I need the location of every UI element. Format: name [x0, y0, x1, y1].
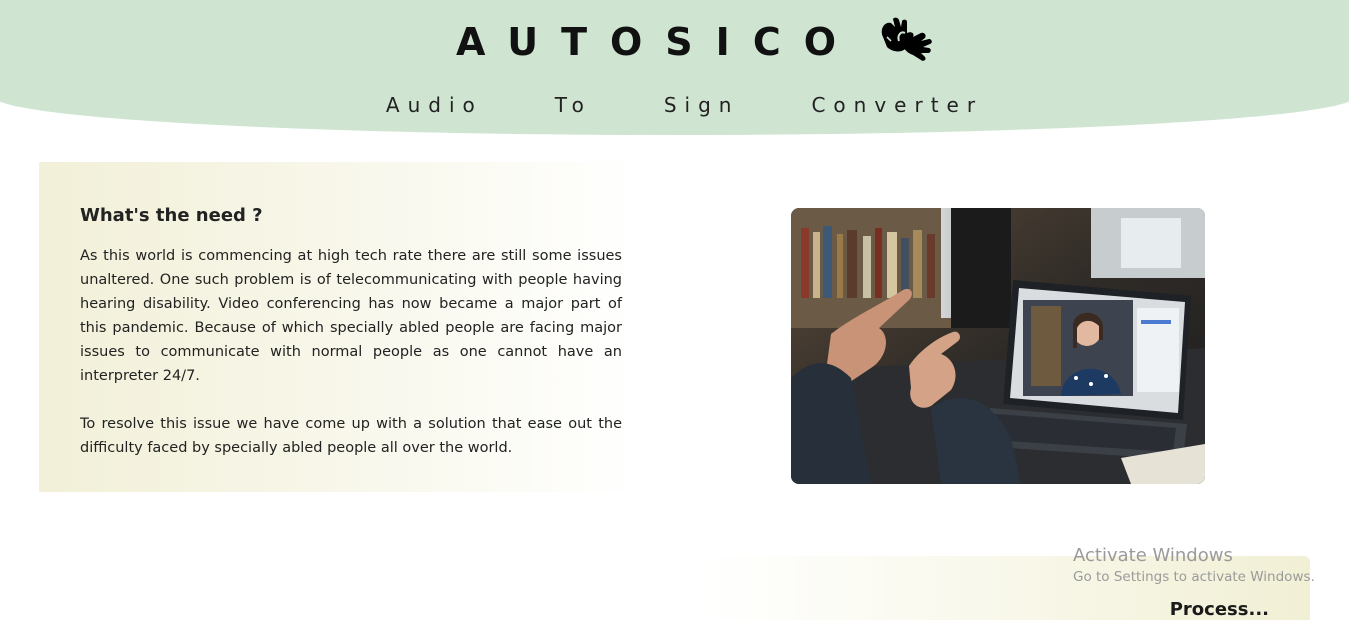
subtitle-word: Sign — [663, 93, 740, 117]
subtitle-word: Audio — [385, 93, 483, 117]
subtitle-word: To — [554, 93, 592, 117]
subtitle-word: Converter — [811, 93, 984, 117]
need-body: As this world is commencing at high tech… — [80, 244, 622, 460]
need-heading: What's the need ? — [80, 205, 263, 226]
subtitle: Audio To Sign Converter — [0, 93, 1349, 117]
person-signing-to-laptop-video-call-image — [791, 208, 1205, 484]
windows-activation-watermark: Activate Windows Go to Settings to activ… — [1073, 545, 1315, 585]
need-paragraph: As this world is commencing at high tech… — [80, 248, 622, 384]
watermark-title: Activate Windows — [1073, 545, 1233, 566]
page: AUTOSICO Audio To Sign Converter What's … — [0, 0, 1349, 620]
watermark-subtitle: Go to Settings to activate Windows. — [1073, 569, 1315, 585]
sign-language-hands-icon — [881, 17, 932, 61]
need-paragraph: To resolve this issue we have come up wi… — [80, 416, 622, 456]
photo-illustration — [791, 208, 1205, 484]
process-heading: Process... — [1169, 599, 1269, 620]
site-title: AUTOSICO — [455, 20, 860, 64]
brand-row: AUTOSICO — [0, 17, 1349, 64]
need-card: What's the need ? As this world is comme… — [39, 162, 641, 492]
